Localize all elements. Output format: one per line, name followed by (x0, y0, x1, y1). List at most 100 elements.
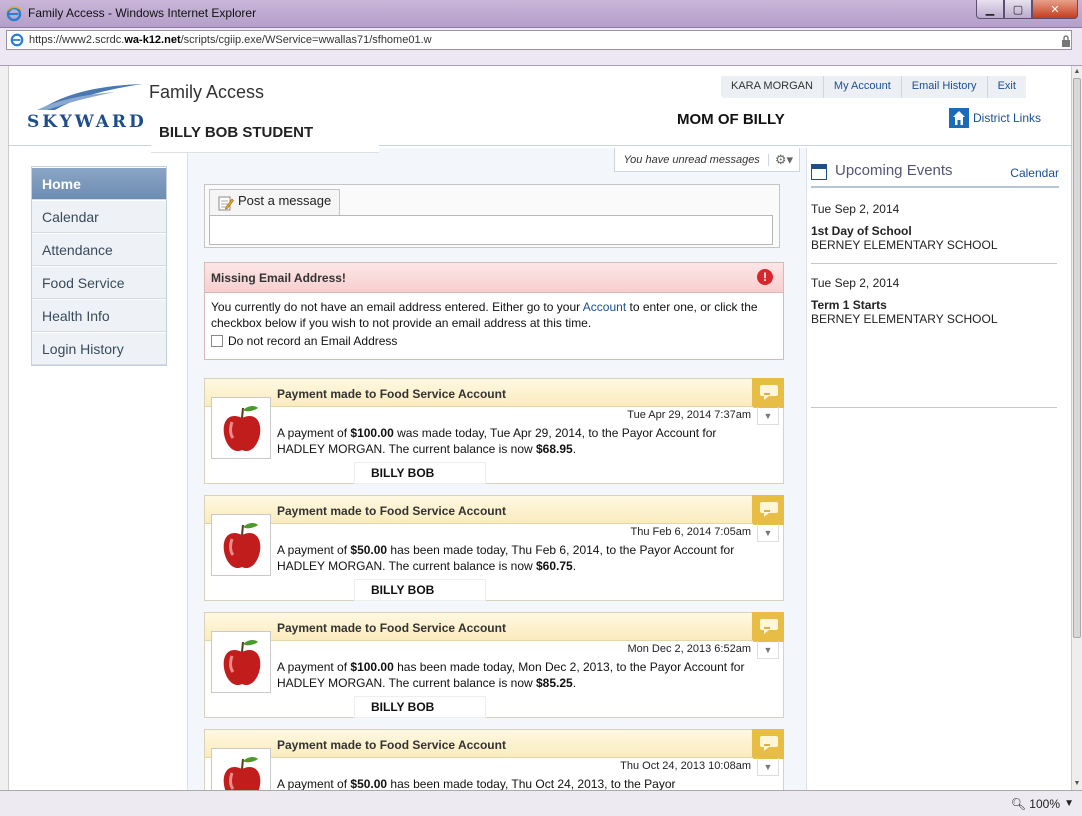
payment-amount: $100.00 (350, 660, 394, 674)
post-message-tab[interactable]: Post a message (209, 189, 341, 215)
triangle-down-icon: ▼ (763, 762, 773, 772)
card-date: Mon Dec 2, 2013 6:52am (627, 643, 751, 655)
close-icon: ✕ (1050, 3, 1060, 16)
card-text-part: A payment of (277, 426, 351, 440)
event-school: BERNEY ELEMENTARY SCHOOL (811, 312, 998, 326)
food-apple-thumbnail (211, 748, 271, 790)
my-account-link[interactable]: My Account (822, 76, 901, 98)
scroll-down-icon[interactable]: ▼ (1073, 780, 1081, 788)
minimize-button[interactable]: ▁ (976, 0, 1004, 19)
triangle-down-icon: ▼ (763, 528, 773, 538)
district-links-button[interactable]: District Links (949, 108, 1041, 128)
main-feed: You have unread messages ⚙▾ Post a messa… (187, 148, 807, 790)
logo-swoosh-icon (37, 84, 143, 110)
left-frame-edge (0, 66, 9, 790)
account-name: KARA MORGAN (731, 80, 813, 92)
payment-card: Payment made to Food Service Account Mon… (204, 612, 784, 718)
sidebar-item-home[interactable]: Home (32, 167, 166, 200)
scroll-up-icon[interactable]: ▲ (1073, 68, 1081, 76)
card-comment-badge[interactable] (752, 612, 784, 642)
card-menu-dropdown[interactable]: ▼ (757, 407, 779, 425)
maximize-button[interactable]: ▢ (1004, 0, 1032, 19)
zoom-dropdown-icon[interactable]: ▼ (1064, 798, 1074, 809)
sidebar-item-calendar[interactable]: Calendar (32, 200, 166, 233)
exclamation-icon: ! (757, 269, 773, 285)
food-apple-thumbnail (211, 397, 271, 459)
card-text-part: A payment of (277, 777, 351, 790)
url-domain: wa-k12.net (124, 34, 181, 46)
payment-card: Payment made to Food Service Account Thu… (204, 729, 784, 790)
url-prefix: https://www2.scrdc. (29, 34, 125, 46)
window-title: Family Access - Windows Internet Explore… (28, 6, 257, 20)
events-header: Upcoming Events Calendar (811, 162, 1059, 188)
events-calendar-link[interactable]: Calendar (1010, 166, 1059, 180)
no-email-checkbox[interactable] (211, 335, 223, 347)
no-email-checkbox-row[interactable]: Do not record an Email Address (211, 333, 777, 349)
email-history-link[interactable]: Email History (900, 76, 987, 98)
current-balance: $60.75 (536, 559, 573, 573)
gear-icon[interactable]: ⚙▾ (769, 152, 799, 168)
card-text-part: A payment of (277, 543, 351, 557)
card-menu-dropdown[interactable]: ▼ (757, 758, 779, 776)
card-menu-dropdown[interactable]: ▼ (757, 524, 779, 542)
zoom-level[interactable]: 🔍︎ 100% (1011, 797, 1060, 811)
event-date: Tue Sep 2, 2014 (811, 276, 900, 290)
payment-card: Payment made to Food Service Account Thu… (204, 495, 784, 601)
sidebar-item-food-service[interactable]: Food Service (32, 266, 166, 299)
card-message: A payment of $50.00 has been made today,… (277, 542, 757, 574)
zoom-value: 100% (1029, 797, 1060, 811)
apple-icon (223, 757, 261, 790)
card-text-part: . (572, 676, 577, 690)
account-link[interactable]: Account (583, 300, 626, 314)
student-name: BILLY BOB STUDENT (151, 116, 379, 152)
student-name-label: BILLY BOB (355, 463, 485, 483)
payment-amount: $50.00 (350, 543, 388, 557)
apple-icon (223, 640, 261, 686)
close-window-button[interactable]: ✕ (1032, 0, 1078, 19)
current-balance: $68.95 (536, 442, 573, 456)
event-name: 1st Day of School (811, 224, 912, 238)
card-comment-badge[interactable] (752, 378, 784, 408)
sidebar-item-attendance[interactable]: Attendance (32, 233, 166, 266)
unread-messages-link[interactable]: You have unread messages (615, 153, 769, 166)
post-message-label: Post a message (238, 193, 332, 208)
calendar-icon (811, 164, 827, 180)
sidebar-item-health-info[interactable]: Health Info (32, 299, 166, 332)
student-name-label: BILLY BOB (355, 580, 485, 600)
lock-icon[interactable] (1061, 35, 1071, 47)
exit-link[interactable]: Exit (986, 76, 1026, 98)
alert-header: Missing Email Address! ! (205, 263, 783, 293)
scrollbar-thumb[interactable] (1073, 78, 1081, 638)
speech-bubble-icon (760, 736, 778, 751)
district-links-label: District Links (973, 111, 1042, 125)
alert-text-before: You currently do not have an email addre… (211, 300, 583, 314)
card-title: Payment made to Food Service Account (205, 613, 783, 641)
card-comment-badge[interactable] (752, 729, 784, 759)
address-bar[interactable]: https://www2.scrdc.wa-k12.net/scripts/cg… (6, 30, 1072, 50)
skyward-logo[interactable]: SKYWARD (27, 82, 147, 136)
site-header: SKYWARD Family Access BILLY BOB STUDENT … (9, 66, 1071, 152)
card-text-part: has been made today, Thu Oct 24, 2013, t… (387, 777, 676, 790)
card-menu-dropdown[interactable]: ▼ (757, 641, 779, 659)
vertical-scrollbar[interactable]: ▲ ▼ (1071, 66, 1082, 790)
post-message-box: Post a message (204, 184, 780, 248)
post-message-input[interactable] (209, 215, 773, 245)
card-date: Tue Apr 29, 2014 7:37am (627, 409, 751, 421)
triangle-down-icon: ▼ (763, 645, 773, 655)
sidebar-item-login-history[interactable]: Login History (32, 332, 166, 365)
food-apple-thumbnail (211, 631, 271, 693)
event-name: Term 1 Starts (811, 298, 887, 312)
card-comment-badge[interactable] (752, 495, 784, 525)
window-titlebar: Family Access - Windows Internet Explore… (0, 0, 1082, 28)
card-title: Payment made to Food Service Account (205, 496, 783, 524)
events-title: Upcoming Events (835, 162, 953, 179)
card-message: A payment of $50.00 has been made today,… (277, 776, 757, 790)
address-bar-area: https://www2.scrdc.wa-k12.net/scripts/cg… (0, 28, 1082, 66)
event-item[interactable]: Tue Sep 2, 2014 Term 1 Starts BERNEY ELE… (811, 276, 1057, 408)
maximize-icon: ▢ (1012, 3, 1024, 16)
speech-bubble-icon (760, 385, 778, 400)
card-text-part: . (572, 442, 577, 456)
app-title: Family Access (149, 82, 265, 102)
apple-icon (223, 406, 261, 452)
event-item[interactable]: Tue Sep 2, 2014 1st Day of School BERNEY… (811, 202, 1057, 264)
